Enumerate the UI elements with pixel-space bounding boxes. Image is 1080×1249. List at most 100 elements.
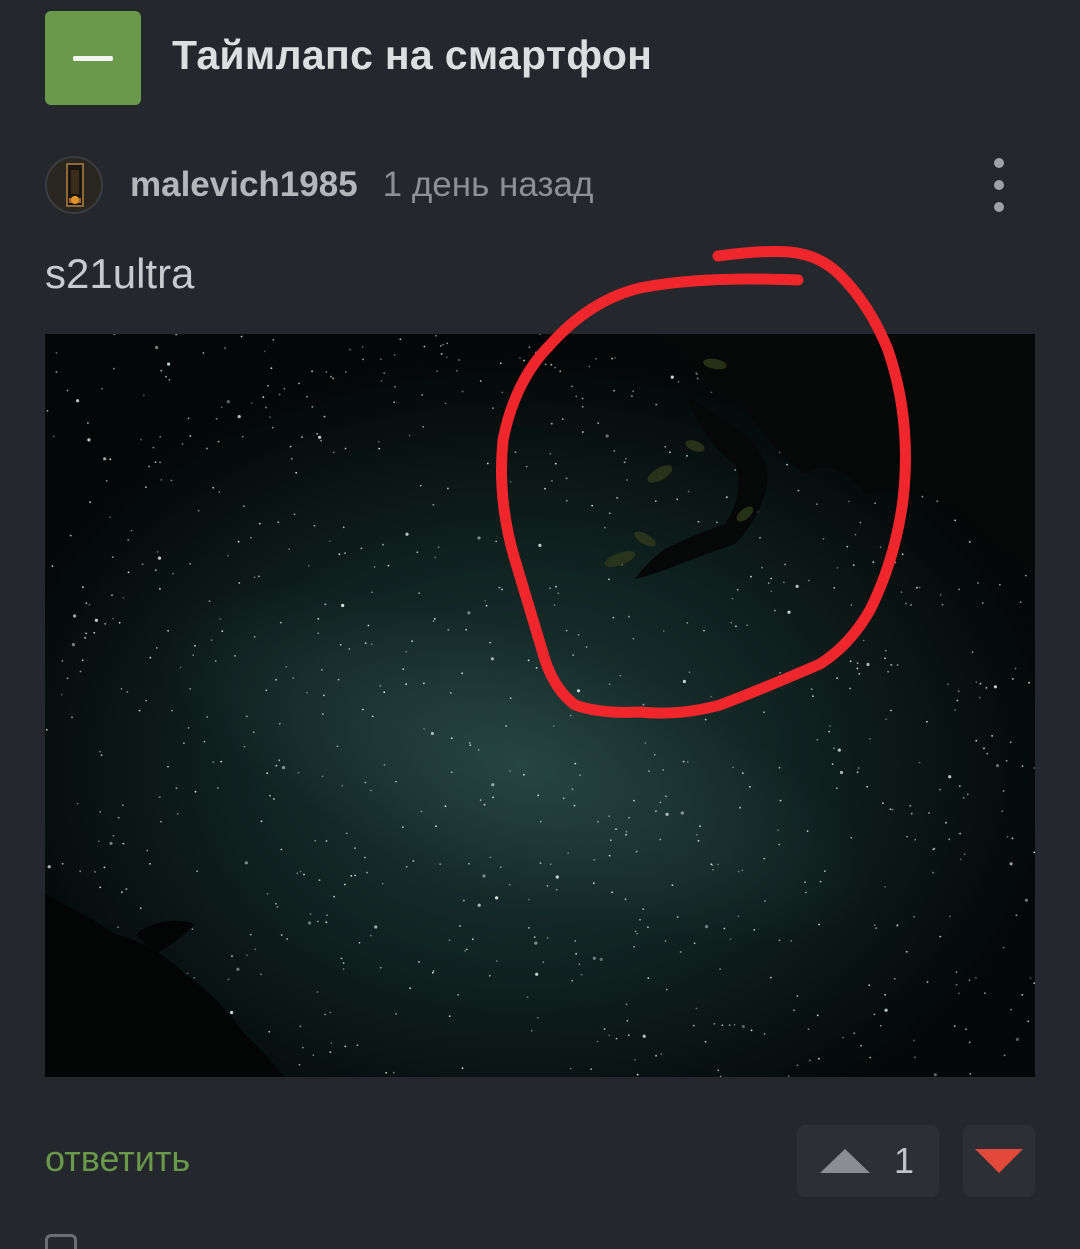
star: [555, 888, 558, 891]
star: [109, 841, 113, 845]
comment-timestamp[interactable]: 1 день назад: [383, 165, 594, 205]
star: [958, 992, 960, 995]
upvote-button[interactable]: 1: [797, 1125, 939, 1197]
star: [680, 811, 684, 815]
star: [87, 438, 91, 442]
star: [344, 552, 346, 554]
star: [958, 588, 960, 591]
star: [149, 656, 152, 659]
star: [549, 587, 552, 590]
star: [565, 477, 568, 480]
next-comment-checkbox[interactable]: [45, 1234, 77, 1249]
star: [159, 436, 162, 438]
star: [458, 359, 460, 361]
star: [559, 370, 562, 373]
star: [613, 450, 616, 452]
story-title[interactable]: Таймлапс на смартфон: [172, 32, 652, 79]
downvote-button[interactable]: [963, 1125, 1035, 1197]
star: [392, 1071, 395, 1074]
star: [126, 691, 129, 693]
star: [682, 679, 687, 684]
star: [544, 487, 546, 490]
star: [603, 1028, 606, 1030]
star: [763, 711, 765, 714]
star: [442, 343, 444, 346]
star: [642, 908, 645, 910]
star: [422, 425, 424, 428]
star: [581, 405, 584, 408]
star: [1015, 1037, 1020, 1041]
star: [1011, 837, 1014, 840]
star: [99, 811, 102, 813]
star: [636, 1073, 639, 1076]
star: [206, 716, 209, 718]
star: [853, 1032, 856, 1035]
star: [446, 342, 448, 345]
star: [626, 479, 628, 481]
star: [265, 689, 268, 692]
star: [419, 484, 422, 487]
star: [501, 391, 504, 394]
star: [671, 884, 674, 886]
star: [486, 462, 489, 465]
star: [252, 731, 255, 734]
star: [859, 521, 862, 524]
avatar[interactable]: [45, 156, 103, 214]
star: [654, 500, 657, 503]
star: [278, 759, 281, 762]
star: [73, 614, 77, 618]
star: [358, 941, 361, 944]
star: [318, 879, 321, 882]
star: [439, 345, 442, 347]
star: [608, 578, 610, 581]
collapse-button[interactable]: [45, 11, 141, 105]
star: [432, 620, 435, 622]
star: [155, 345, 159, 350]
star: [664, 445, 667, 448]
star: [141, 563, 144, 566]
star: [45, 729, 48, 731]
star: [985, 687, 988, 689]
star: [676, 498, 679, 501]
star: [634, 930, 637, 933]
star: [312, 1054, 315, 1056]
star: [535, 351, 539, 355]
star: [662, 630, 665, 632]
star: [713, 1022, 716, 1025]
star: [634, 1059, 636, 1061]
comment-image[interactable]: [45, 334, 1035, 1077]
star: [986, 752, 989, 755]
star: [79, 670, 82, 673]
star: [874, 502, 876, 505]
star: [971, 651, 974, 654]
star: [509, 770, 511, 772]
star: [736, 588, 739, 591]
star: [344, 1045, 347, 1048]
star: [278, 393, 281, 396]
star: [260, 973, 262, 976]
star: [461, 390, 464, 393]
reply-link[interactable]: ответить: [45, 1138, 190, 1180]
star: [238, 582, 241, 584]
star: [770, 976, 772, 979]
author-username[interactable]: malevich1985: [130, 165, 358, 205]
star: [913, 915, 915, 918]
star: [46, 410, 49, 412]
star: [616, 497, 618, 499]
star: [448, 939, 451, 942]
star: [212, 486, 215, 489]
star: [447, 487, 449, 490]
star: [573, 804, 576, 807]
star: [231, 955, 233, 958]
star: [807, 1028, 810, 1031]
star: [572, 654, 575, 656]
star: [914, 838, 917, 841]
more-vertical-icon[interactable]: [984, 158, 1014, 212]
star: [383, 691, 386, 694]
star: [254, 948, 257, 951]
star: [783, 581, 785, 584]
star: [342, 526, 345, 529]
star: [873, 924, 876, 927]
star: [808, 1059, 811, 1062]
comment-text: s21ultra: [45, 250, 195, 297]
